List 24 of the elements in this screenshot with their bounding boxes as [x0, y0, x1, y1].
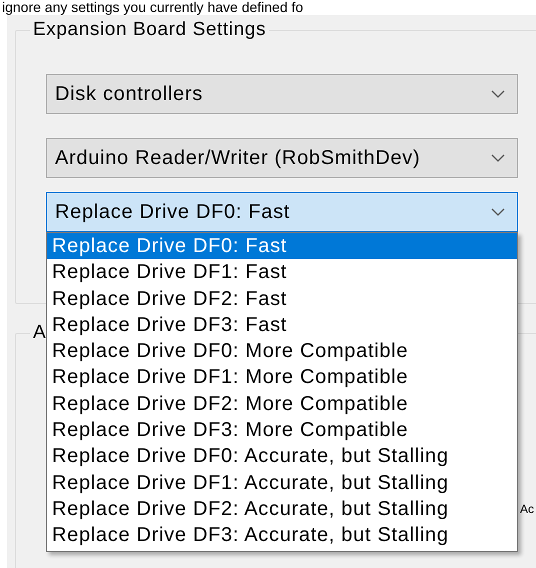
chevron-down-icon: [491, 90, 505, 98]
dropdown-value: Arduino Reader/Writer (RobSmithDev): [55, 146, 420, 170]
intro-text: ignore any settings you currently have defined fo: [2, 0, 304, 14]
dropdown-option[interactable]: Replace Drive DF2: More Compatible: [47, 390, 517, 418]
dropdown-option[interactable]: Replace Drive DF1: Accurate, but Stalling: [47, 470, 517, 496]
dropdown-option[interactable]: Replace Drive DF3: More Compatible: [47, 417, 517, 444]
dropdown-option[interactable]: Replace Drive DF1: More Compatible: [47, 364, 517, 391]
dropdown-option[interactable]: Replace Drive DF1: Fast: [47, 259, 517, 286]
dropdown-option[interactable]: Replace Drive DF3: Fast: [47, 312, 517, 338]
dropdown-option[interactable]: Replace Drive DF3: Accurate, but Stalling: [47, 522, 517, 549]
dropdown-value: Replace Drive DF0: Fast: [55, 200, 290, 224]
dropdown-option[interactable]: Replace Drive DF2: Accurate, but Stalling: [47, 496, 517, 522]
group-title: Expansion Board Settings: [30, 19, 270, 41]
setting-label: Ac: [520, 502, 534, 516]
dropdown-option[interactable]: Replace Drive DF0: Accurate, but Stalling: [47, 443, 517, 470]
dropdown-field[interactable]: Disk controllers: [46, 74, 518, 114]
chevron-down-icon: [491, 208, 505, 216]
dropdown-option[interactable]: Replace Drive DF0: More Compatible: [47, 338, 517, 364]
dropdown-value: Disk controllers: [55, 82, 203, 106]
chevron-down-icon: [491, 154, 505, 162]
dropdown-option[interactable]: Replace Drive DF2: Fast: [47, 286, 517, 312]
dropdown-field[interactable]: Arduino Reader/Writer (RobSmithDev): [46, 138, 518, 178]
dropdown-field[interactable]: Replace Drive DF0: Fast: [46, 192, 518, 232]
dropdown-option[interactable]: Replace Drive DF0: Fast: [47, 233, 517, 260]
